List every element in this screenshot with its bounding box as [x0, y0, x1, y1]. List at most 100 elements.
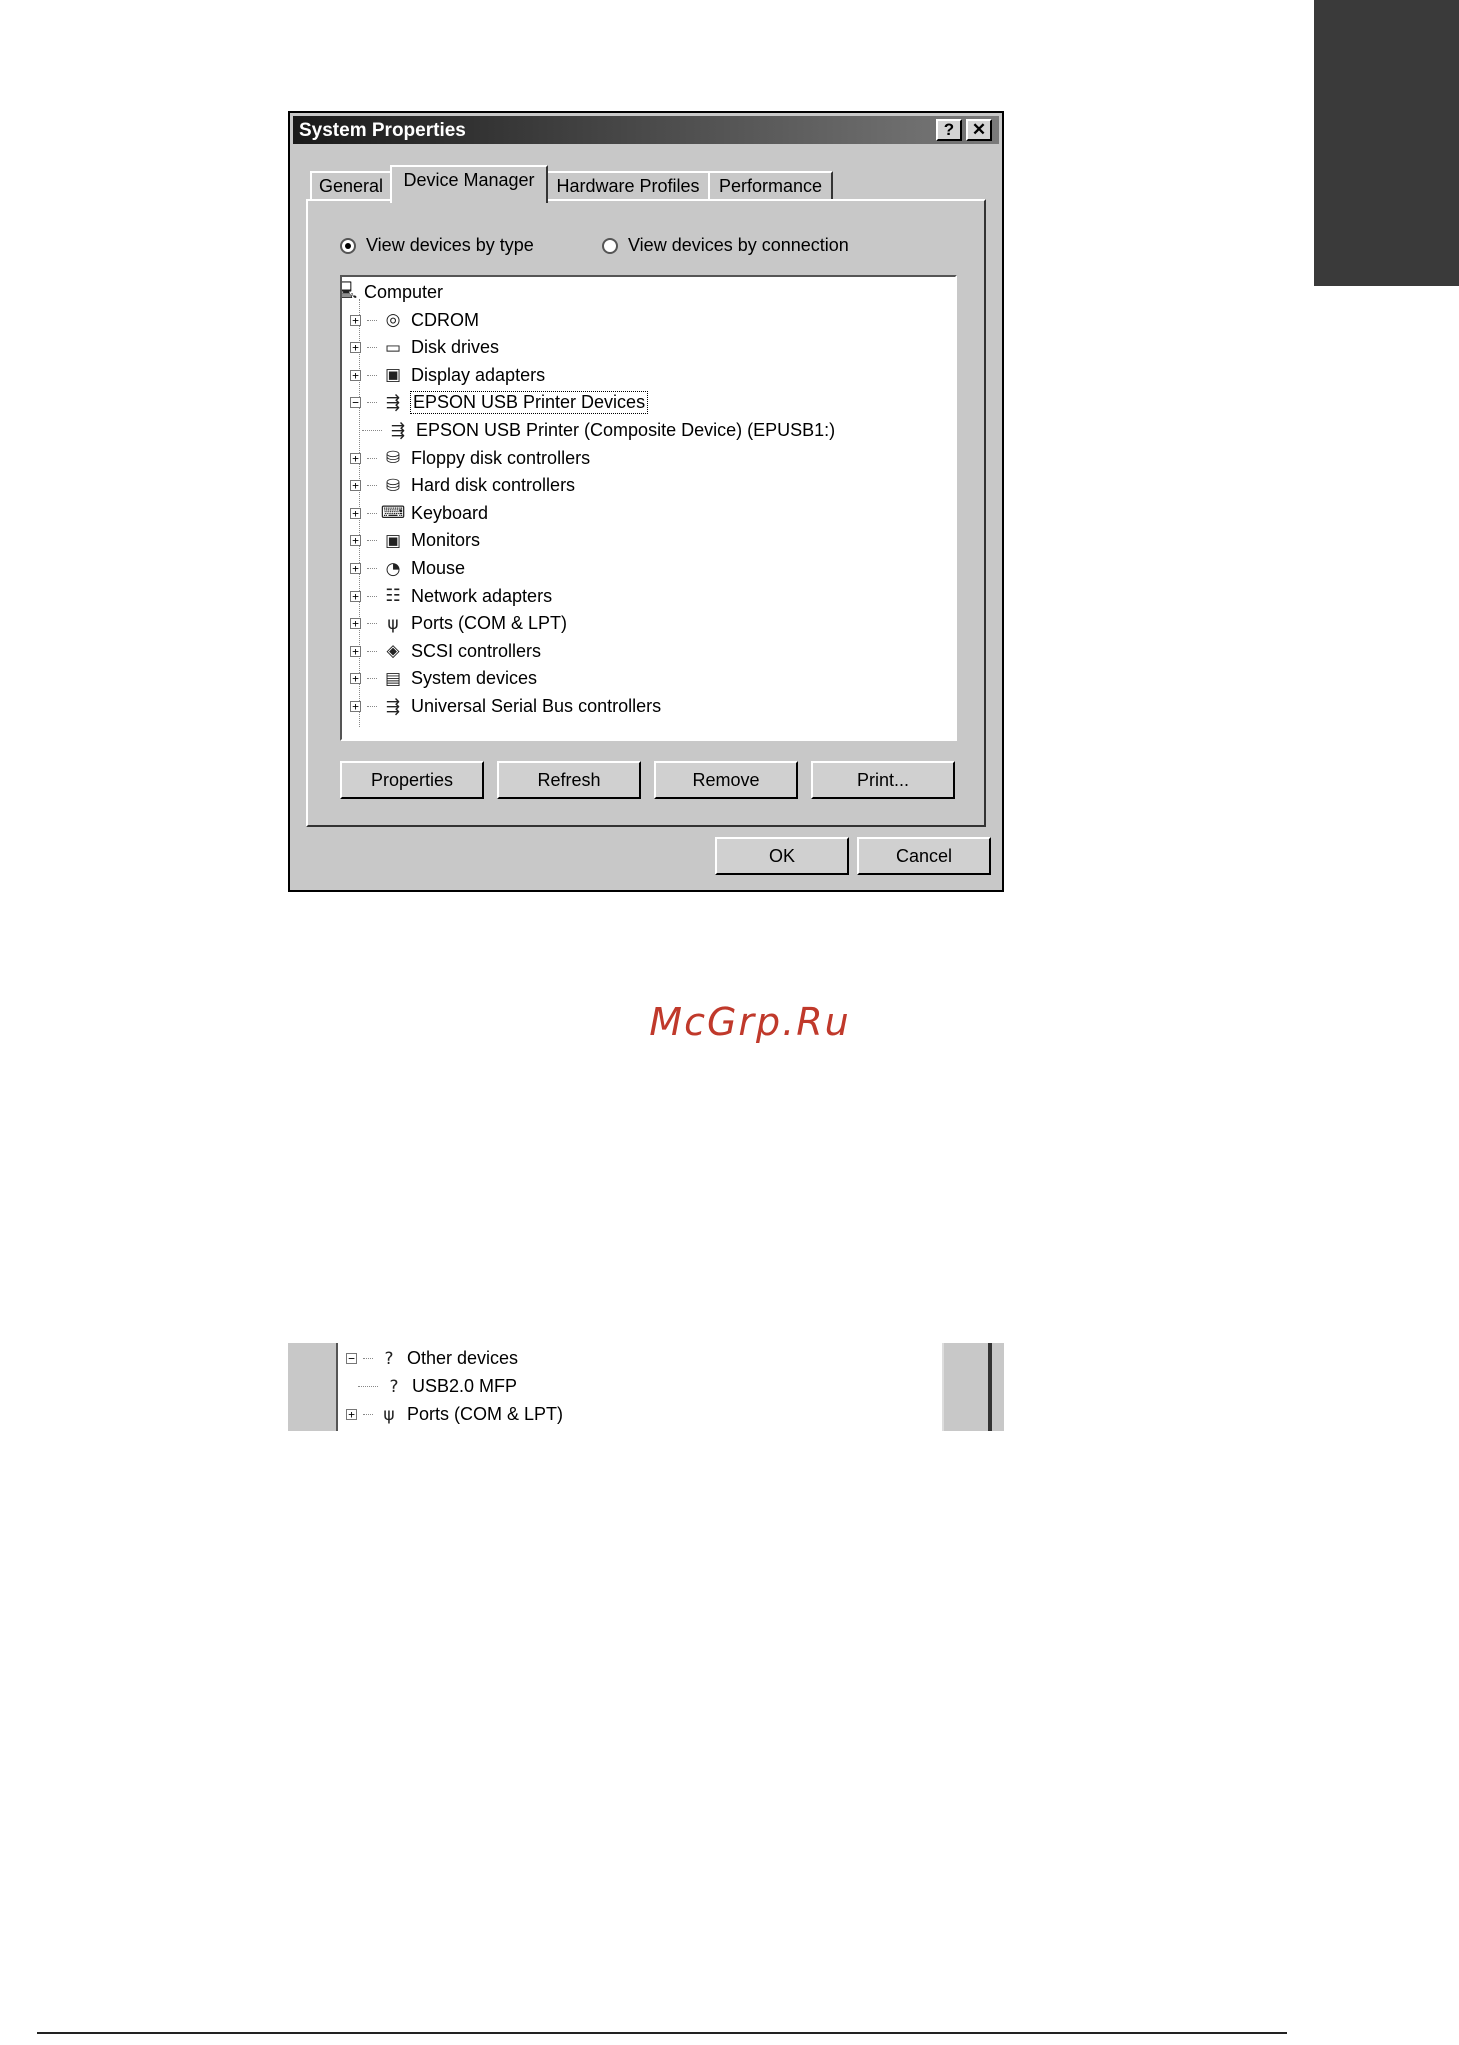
tree-connector: [367, 347, 377, 349]
tree-item-label: USB2.0 MFP: [412, 1376, 518, 1396]
question-icon: ?: [389, 1376, 399, 1397]
expand-icon[interactable]: +: [350, 507, 361, 519]
tree-item[interactable]: + ▤ System devices: [350, 665, 537, 692]
tree-item[interactable]: + ☷ Network adapters: [350, 583, 552, 610]
question-icon: ?: [384, 1348, 394, 1369]
computer-icon: 🖳: [342, 281, 358, 304]
expand-icon[interactable]: +: [350, 314, 361, 326]
tree-connector: [367, 485, 377, 487]
disk-drive-icon: ▭: [384, 337, 402, 358]
expand-icon[interactable]: +: [350, 618, 361, 630]
collapse-icon[interactable]: −: [350, 397, 361, 409]
tree-item-label: Network adapters: [411, 585, 553, 606]
tree-item-label: Display adapters: [411, 364, 546, 385]
tree-item[interactable]: 🖳 Computer: [342, 279, 444, 306]
tree-item[interactable]: + ⛁ Hard disk controllers: [350, 472, 575, 499]
tree-item[interactable]: + ψ Ports (COM & LPT): [350, 610, 567, 637]
tree-connector: [367, 650, 377, 652]
view-by-type-option[interactable]: View devices by type: [340, 235, 534, 256]
remove-button[interactable]: Remove: [654, 761, 798, 799]
expand-icon[interactable]: +: [350, 535, 361, 547]
section-tab-marker: [1314, 0, 1459, 286]
tree-item[interactable]: + ▣ Display adapters: [350, 362, 545, 389]
port-icon: ψ: [387, 613, 399, 634]
keyboard-icon: ⌨: [380, 503, 406, 524]
tree-connector: [367, 568, 377, 569]
port-icon: ψ: [383, 1404, 395, 1425]
tree-item-label: Hard disk controllers: [411, 475, 576, 496]
tree-connector: [367, 595, 377, 597]
radio-unselected-icon[interactable]: [602, 237, 618, 254]
monitor-icon: ▣: [384, 365, 402, 386]
tree-item-label: Computer: [364, 282, 444, 302]
tree-item[interactable]: + ψ Ports (COM & LPT): [346, 1401, 563, 1428]
ok-button[interactable]: OK: [715, 837, 849, 875]
view-by-connection-option[interactable]: View devices by connection: [602, 235, 849, 256]
properties-button[interactable]: Properties: [340, 761, 484, 799]
cancel-button[interactable]: Cancel: [857, 837, 991, 875]
tree-item[interactable]: + ▭ Disk drives: [350, 334, 499, 361]
expand-icon[interactable]: +: [350, 645, 361, 657]
cdrom-icon: ◎: [385, 310, 401, 331]
tree-connector: [367, 402, 377, 404]
tab-hardware-profiles[interactable]: Hardware Profiles: [546, 171, 710, 201]
close-button[interactable]: ✕: [966, 119, 992, 141]
tree-connector: [367, 457, 377, 459]
other-devices-fragment: −? Other devices? USB2.0 MFP + ψ Ports (COM &…: [288, 1343, 1004, 1431]
help-button[interactable]: ?: [936, 119, 962, 141]
tree-item-label: Ports (COM & LPT): [407, 1404, 564, 1424]
tree-item[interactable]: + ⌨ Keyboard: [350, 500, 488, 527]
expand-icon[interactable]: +: [350, 701, 361, 712]
tree-item[interactable]: ? USB2.0 MFP: [358, 1373, 517, 1400]
tab-device-manager[interactable]: Device Manager: [390, 165, 548, 203]
tree-item[interactable]: + ◎ CDROM: [350, 307, 479, 334]
tree-item-label: Other devices: [407, 1348, 519, 1368]
window-title: System Properties: [299, 120, 466, 141]
view-by-type-label: View devices by type: [366, 235, 534, 255]
tree-item-label: System devices: [411, 668, 538, 689]
print-button[interactable]: Print...: [811, 761, 955, 799]
radio-selected-icon[interactable]: [340, 237, 356, 254]
controller-icon: ⛁: [385, 448, 401, 469]
expand-icon[interactable]: +: [350, 452, 361, 464]
watermark: McGrp.Ru: [649, 1000, 851, 1044]
tree-item[interactable]: ⇶ EPSON USB Printer (Composite Device) (E…: [362, 417, 835, 444]
tree-connector: [367, 678, 377, 680]
tree-item-label: EPSON USB Printer (Composite Device) (EP…: [416, 420, 836, 440]
tree-connector: [363, 1358, 373, 1359]
refresh-button[interactable]: Refresh: [497, 761, 641, 799]
device-tree[interactable]: 🖳Computer+◎CDROM+▭Disk drives+▣Display a…: [340, 275, 957, 741]
tree-item-label: Disk drives: [411, 337, 500, 358]
tree-item-label: Universal Serial Bus controllers: [411, 696, 662, 716]
tree-item-label: Monitors: [411, 530, 481, 551]
title-bar[interactable]: System Properties ? ✕: [293, 116, 999, 144]
expand-icon[interactable]: +: [350, 673, 361, 685]
tab-general[interactable]: General: [310, 171, 392, 201]
tree-item-label: CDROM: [411, 309, 479, 330]
tab-performance[interactable]: Performance: [708, 171, 833, 201]
tree-item[interactable]: + ⛁ Floppy disk controllers: [350, 445, 590, 472]
usb-icon: ⇶: [385, 392, 401, 413]
expand-icon[interactable]: +: [350, 342, 361, 354]
system-icon: ▤: [384, 668, 402, 689]
tree-item[interactable]: + ▣ Monitors: [350, 527, 480, 554]
tree-item[interactable]: + ◈ SCSI controllers: [350, 638, 541, 665]
expand-icon[interactable]: +: [350, 480, 361, 492]
usb-icon: ⇶: [390, 420, 406, 441]
tree-item[interactable]: + ⇶ Universal Serial Bus controllers: [350, 693, 661, 720]
expand-icon[interactable]: +: [350, 563, 361, 574]
tree-connector: [363, 1414, 373, 1415]
tree-item[interactable]: −? Other devices: [346, 1345, 518, 1372]
collapse-icon[interactable]: −: [346, 1353, 357, 1364]
tree-connector: [367, 374, 377, 376]
tree-item[interactable]: − ⇶ EPSON USB Printer Devices: [350, 389, 649, 416]
view-by-connection-label: View devices by connection: [628, 235, 849, 255]
expand-icon[interactable]: +: [350, 369, 361, 381]
usb-icon: ⇶: [385, 696, 401, 717]
tree-item[interactable]: + ◔ Mouse: [350, 555, 465, 582]
tree-connector: [367, 512, 377, 514]
fragment-tree[interactable]: −? Other devices? USB2.0 MFP + ψ Ports (COM &…: [336, 1343, 944, 1431]
expand-icon[interactable]: +: [350, 590, 361, 602]
fragment-edge: [988, 1343, 992, 1431]
expand-icon[interactable]: +: [346, 1409, 357, 1420]
